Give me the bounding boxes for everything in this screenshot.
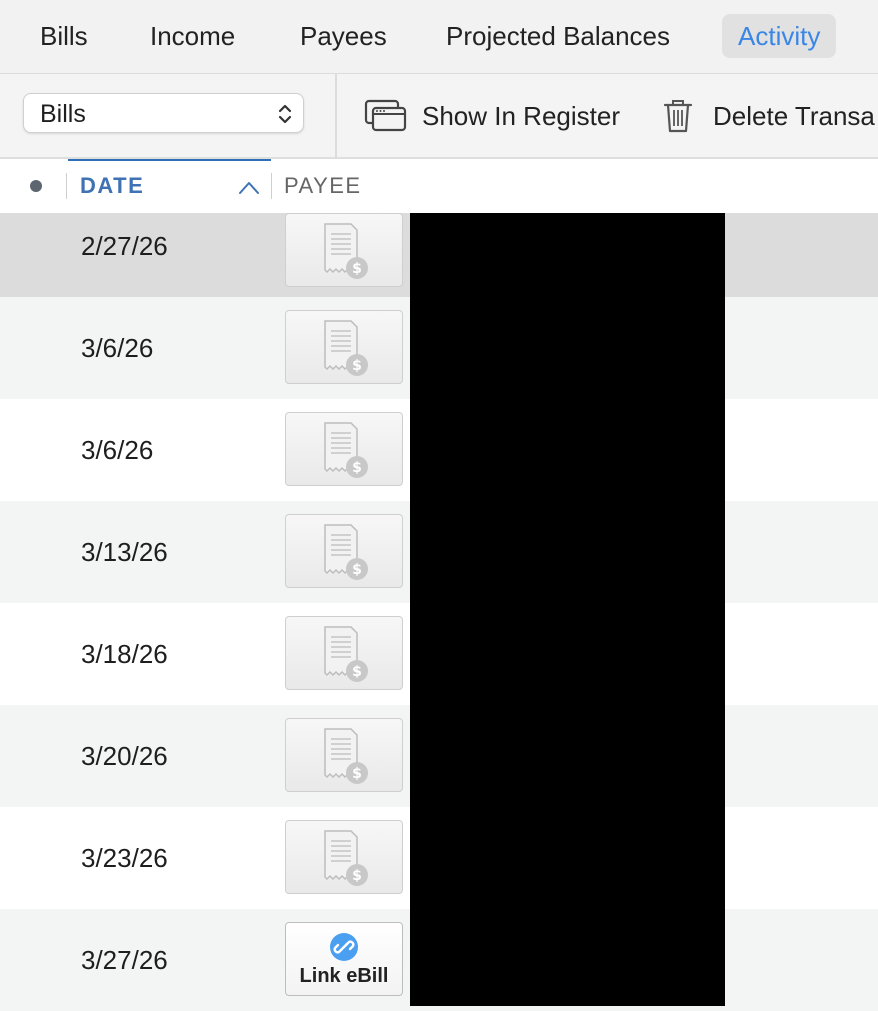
link-ebill-button[interactable]: Link eBill bbox=[285, 922, 403, 996]
row-date: 2/27/26 bbox=[81, 231, 168, 261]
link-ebill-label: Link eBill bbox=[299, 965, 389, 987]
svg-text:$: $ bbox=[352, 766, 362, 782]
trash-icon bbox=[663, 100, 693, 133]
date-column-label: DATE bbox=[80, 173, 145, 198]
row-date: 3/13/26 bbox=[81, 537, 168, 567]
bill-document-button[interactable]: $ bbox=[285, 514, 403, 588]
delete-transaction-button[interactable]: Delete Transa bbox=[662, 94, 878, 138]
row-date: 3/18/26 bbox=[81, 639, 168, 669]
tab-activity[interactable]: Activity bbox=[722, 14, 837, 58]
status-column-dot[interactable] bbox=[30, 180, 42, 192]
column-separator bbox=[271, 173, 272, 199]
bill-document-icon: $ bbox=[324, 728, 368, 784]
row-date: 3/23/26 bbox=[81, 843, 168, 873]
top-tab-bar: Bills Income Payees Projected Balances A… bbox=[0, 0, 878, 74]
payee-column-header[interactable]: PAYEE bbox=[284, 173, 362, 199]
tab-projected-balances[interactable]: Projected Balances bbox=[430, 14, 686, 58]
bill-document-icon: $ bbox=[324, 223, 368, 279]
bill-document-button[interactable]: $ bbox=[285, 718, 403, 792]
bill-document-icon: $ bbox=[324, 626, 368, 682]
sort-ascending-icon bbox=[239, 182, 259, 194]
bill-document-icon: $ bbox=[324, 320, 368, 376]
tab-bills[interactable]: Bills bbox=[24, 14, 104, 58]
show-in-register-button[interactable]: Show In Register bbox=[364, 94, 634, 138]
bill-document-button[interactable]: $ bbox=[285, 820, 403, 894]
svg-text:$: $ bbox=[352, 664, 362, 680]
delete-transaction-label: Delete Transa bbox=[713, 101, 875, 131]
bill-document-button[interactable]: $ bbox=[285, 213, 403, 287]
chevron-up-down-icon bbox=[278, 104, 292, 124]
bill-document-button[interactable]: $ bbox=[285, 310, 403, 384]
bill-document-icon: $ bbox=[324, 830, 368, 886]
svg-text:$: $ bbox=[352, 460, 362, 476]
tab-payees[interactable]: Payees bbox=[284, 14, 403, 58]
link-icon bbox=[330, 933, 358, 961]
row-date: 3/6/26 bbox=[81, 435, 154, 465]
row-date: 3/20/26 bbox=[81, 741, 168, 771]
bill-document-button[interactable]: $ bbox=[285, 412, 403, 486]
svg-text:$: $ bbox=[352, 261, 362, 277]
date-column-header[interactable]: DATE bbox=[68, 159, 271, 213]
svg-text:$: $ bbox=[352, 358, 362, 374]
bill-document-button[interactable]: $ bbox=[285, 616, 403, 690]
tab-income[interactable]: Income bbox=[134, 14, 251, 58]
row-date: 3/6/26 bbox=[81, 333, 154, 363]
column-separator bbox=[66, 173, 67, 199]
show-in-register-label: Show In Register bbox=[422, 101, 620, 131]
toolbar: Bills Show In Register Delete Transa bbox=[0, 74, 878, 159]
filter-select-value: Bills bbox=[40, 100, 86, 128]
redaction-block bbox=[410, 213, 725, 1006]
row-date: 3/27/26 bbox=[81, 945, 168, 975]
bill-document-icon: $ bbox=[324, 524, 368, 580]
toolbar-divider bbox=[335, 74, 337, 157]
column-header: DATE PAYEE bbox=[0, 159, 878, 215]
register-window-icon bbox=[364, 99, 407, 132]
bill-document-icon: $ bbox=[324, 422, 368, 478]
svg-text:$: $ bbox=[352, 868, 362, 884]
filter-select[interactable]: Bills bbox=[23, 93, 304, 133]
svg-text:$: $ bbox=[352, 562, 362, 578]
